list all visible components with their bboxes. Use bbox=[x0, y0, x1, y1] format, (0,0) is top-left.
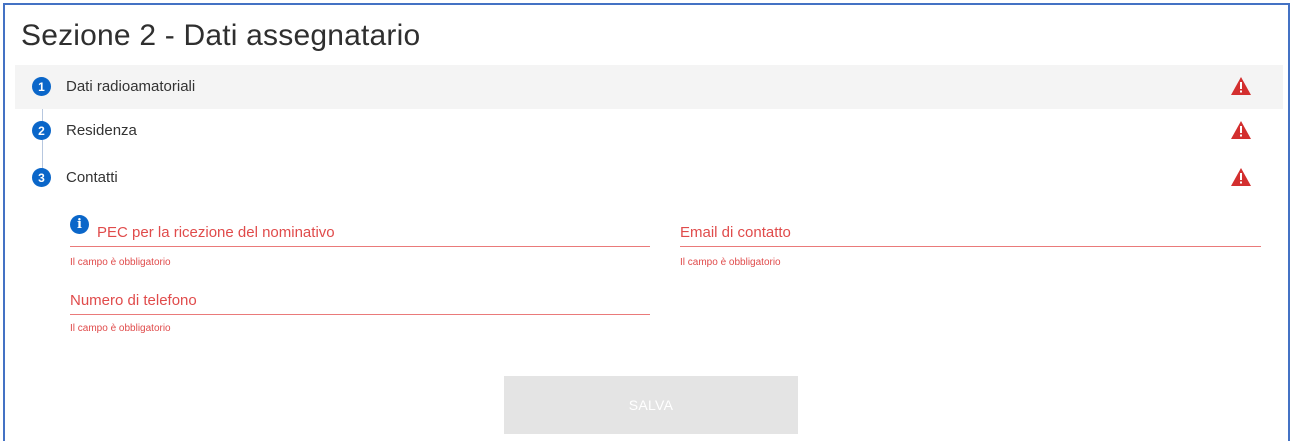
step-label: Contatti bbox=[66, 169, 118, 186]
phone-field-label: Numero di telefono bbox=[70, 292, 197, 309]
save-button[interactable]: SALVA bbox=[504, 376, 798, 434]
warning-icon bbox=[1231, 77, 1251, 95]
pec-field-label: PEC per la ricezione del nominativo bbox=[97, 224, 335, 241]
email-field-label: Email di contatto bbox=[680, 224, 791, 241]
phone-field[interactable]: Numero di telefono Il campo è obbligator… bbox=[70, 292, 650, 342]
email-field-underline bbox=[680, 246, 1261, 247]
pec-field-underline bbox=[70, 246, 650, 247]
section-title: Sezione 2 - Dati assegnatario bbox=[21, 19, 421, 52]
pec-field-error: Il campo è obbligatorio bbox=[70, 257, 171, 268]
step-dati-radioamatoriali[interactable]: 1 Dati radioamatoriali bbox=[15, 65, 1283, 109]
step-number-badge: 2 bbox=[32, 121, 51, 140]
step-residenza[interactable]: 2 Residenza bbox=[15, 109, 1283, 153]
email-field[interactable]: Email di contatto Il campo è obbligatori… bbox=[680, 224, 1261, 274]
step-label: Residenza bbox=[66, 122, 137, 139]
email-field-error: Il campo è obbligatorio bbox=[680, 257, 781, 268]
step-number-badge: 1 bbox=[32, 77, 51, 96]
phone-field-underline bbox=[70, 314, 650, 315]
step-contatti[interactable]: 3 Contatti bbox=[15, 156, 1283, 200]
pec-field[interactable]: PEC per la ricezione del nominativo Il c… bbox=[70, 224, 650, 274]
warning-icon bbox=[1231, 121, 1251, 139]
warning-icon bbox=[1231, 168, 1251, 186]
step-label: Dati radioamatoriali bbox=[66, 78, 196, 95]
step-number-badge: 3 bbox=[32, 168, 51, 187]
phone-field-error: Il campo è obbligatorio bbox=[70, 323, 171, 334]
